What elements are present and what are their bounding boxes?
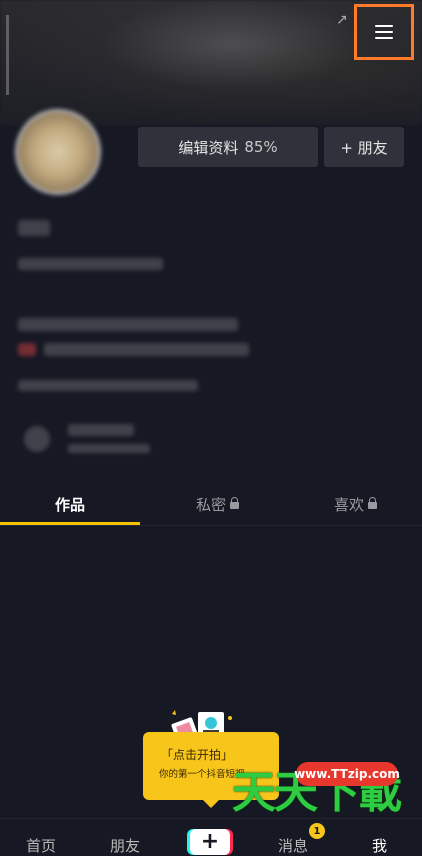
profile-completion-percent: 85% (244, 138, 278, 156)
tab-likes[interactable]: 喜欢 (334, 494, 378, 515)
blurred-shop-icon (24, 426, 50, 452)
tab-works[interactable]: 作品 (55, 494, 85, 515)
bottom-navigation: 首页 朋友 + 消息 1 我 (0, 818, 422, 855)
blurred-bio-icon (18, 343, 36, 356)
tooltip-title: 「点击开拍」 (161, 748, 234, 762)
tab-likes-label: 喜欢 (334, 496, 365, 514)
lock-icon (230, 497, 240, 509)
hamburger-menu-icon (375, 25, 393, 39)
profile-tabs: 作品 私密 喜欢 (0, 480, 422, 525)
nav-inbox[interactable]: 消息 (278, 835, 308, 856)
tab-divider (0, 525, 422, 526)
add-friend-label: + 朋友 (340, 138, 388, 157)
nav-home[interactable]: 首页 (26, 835, 56, 856)
blurred-bio-line1 (18, 318, 238, 331)
blurred-user-id (18, 258, 163, 270)
tab-private-label: 私密 (196, 496, 227, 514)
nav-me[interactable]: 我 (372, 835, 387, 856)
nav-friends[interactable]: 朋友 (110, 835, 140, 856)
add-friend-button[interactable]: + 朋友 (324, 127, 404, 167)
inbox-badge: 1 (309, 823, 325, 839)
blurred-shop-title (68, 424, 134, 436)
avatar[interactable] (18, 112, 98, 192)
create-button[interactable]: + (190, 829, 230, 855)
share-icon[interactable]: ↗ (336, 12, 348, 28)
lock-icon (368, 497, 378, 509)
blurred-bio-line2 (44, 343, 249, 356)
watermark-url: www.TTzip.com (294, 762, 400, 786)
edit-profile-label: 编辑资料 (178, 138, 239, 157)
edit-profile-button[interactable]: 编辑资料 85% (138, 127, 318, 167)
blurred-stats (18, 380, 198, 391)
menu-button[interactable] (354, 4, 414, 60)
blurred-username (18, 220, 50, 236)
tab-private[interactable]: 私密 (196, 494, 240, 515)
blurred-shop-subtitle (68, 444, 150, 453)
cover-decoration (6, 15, 9, 95)
